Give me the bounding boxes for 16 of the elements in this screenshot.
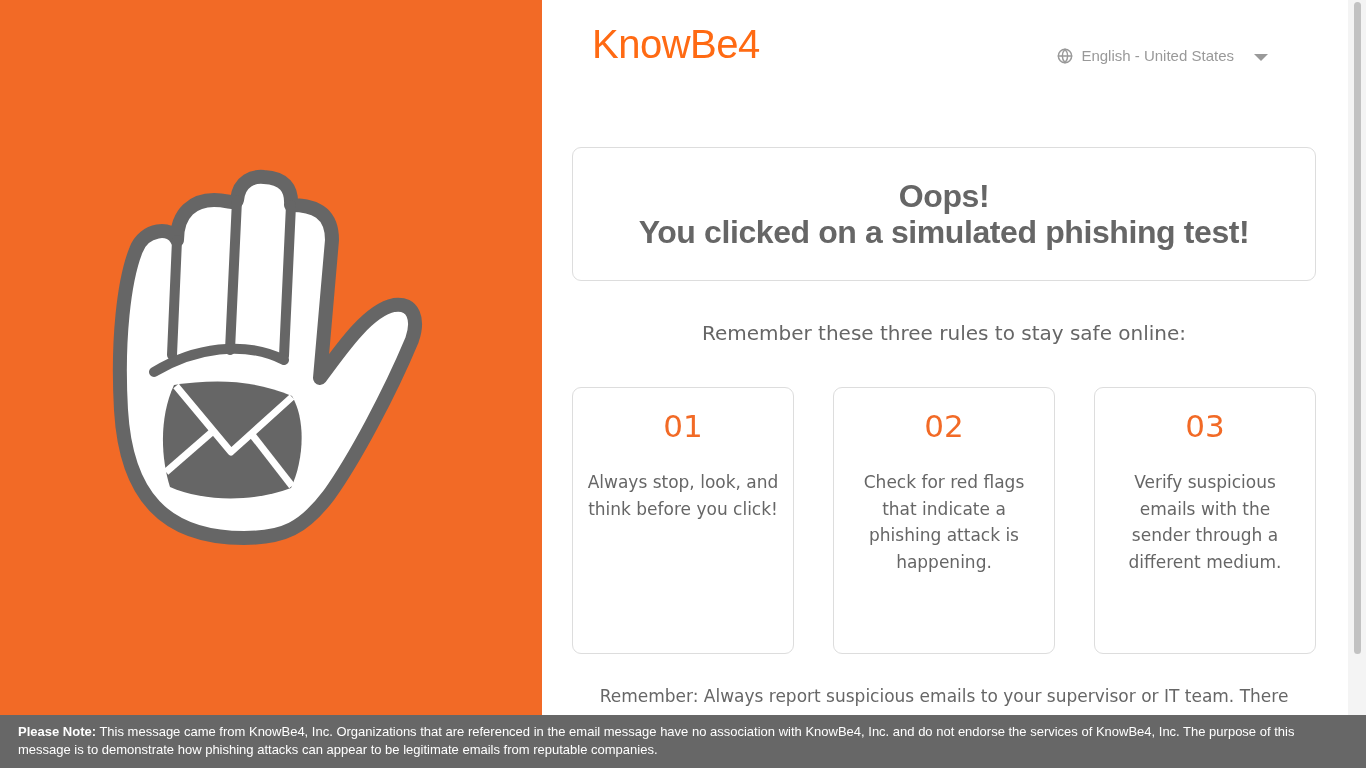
- rule-text: Always stop, look, and think before you click!: [586, 471, 780, 521]
- rule-number: 01: [663, 407, 703, 446]
- brand-logo: KnowBe4: [592, 22, 760, 66]
- language-selector[interactable]: English - United States: [1057, 47, 1268, 64]
- alert-heading: Oops!: [898, 178, 990, 214]
- globe-icon: [1057, 47, 1074, 64]
- rule-text: Verify suspicious emails with the sender through a different medium.: [1127, 471, 1283, 574]
- caret-down-icon: [1254, 53, 1268, 61]
- disclaimer-text: Please Note: This message came from KnowBe4, Inc. Organizations that are referenced in the email message have no association with KnowBe4, Inc. and do not endorse the services of KnowBe4, Inc. The purpose of this message is to demonstrate how phishing attacks can appear to be legitimate emails from reputable companies.: [18, 723, 1296, 759]
- rules-intro: Remember these three rules to stay safe online:: [700, 320, 1188, 347]
- scrollbar-thumb[interactable]: [1353, 2, 1361, 654]
- rule-text: Check for red flags that indicate a phishing attack is happening.: [862, 471, 1026, 574]
- reminder-text: Remember: Always report suspicious emails to your supervisor or IT team. There: [598, 685, 1290, 708]
- rule-number: 03: [1185, 407, 1225, 446]
- alert-heading: You clicked on a simulated phishing test!: [638, 214, 1250, 250]
- rule-number: 02: [924, 407, 964, 446]
